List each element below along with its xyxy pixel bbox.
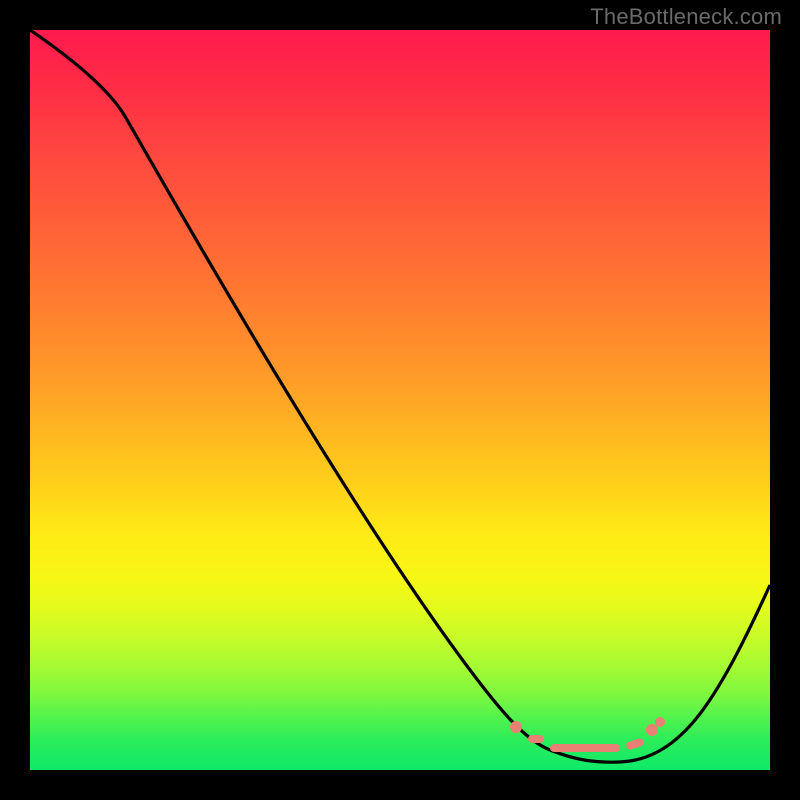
plateau-markers: [510, 717, 665, 752]
chart-frame: TheBottleneck.com: [0, 0, 800, 800]
curve-layer: [30, 30, 770, 770]
watermark-text: TheBottleneck.com: [590, 4, 782, 30]
plot-area: [30, 30, 770, 770]
bottleneck-curve: [30, 30, 770, 762]
